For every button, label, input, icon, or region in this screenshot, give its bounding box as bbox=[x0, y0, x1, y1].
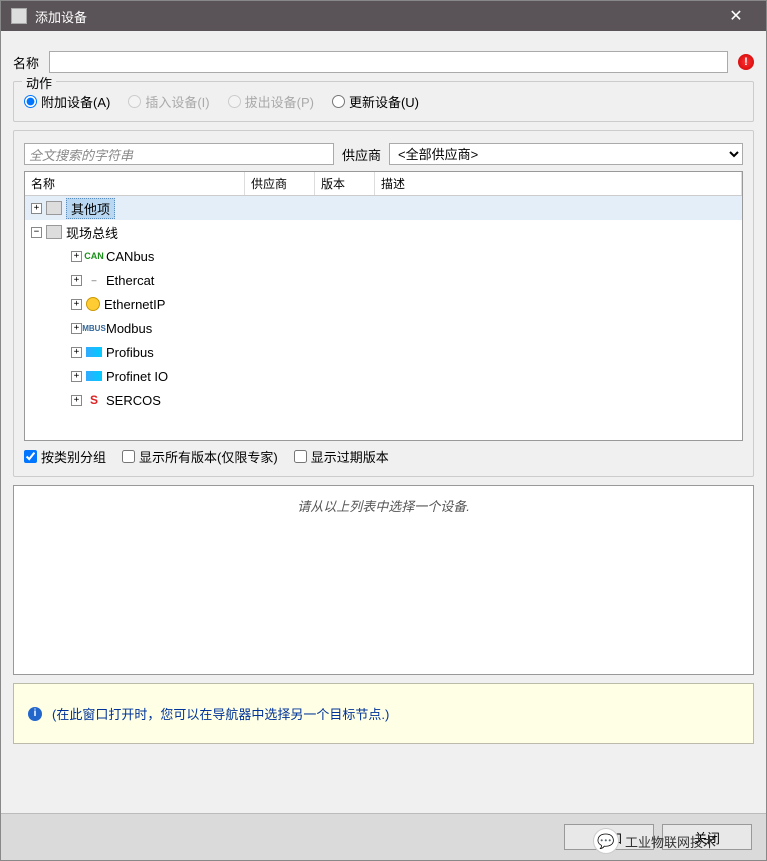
expander-icon[interactable]: − bbox=[31, 227, 42, 238]
col-name[interactable]: 名称 bbox=[25, 172, 245, 195]
window-title: 添加设备 bbox=[35, 7, 716, 26]
vendor-label: 供应商 bbox=[342, 145, 381, 164]
add-device-dialog: 添加设备 ✕ 名称 ! 动作 附加设备(A) 插入设备(I) 拔出设备(P) 更… bbox=[0, 0, 767, 861]
add-button[interactable]: 添加 bbox=[564, 824, 654, 850]
tree-node-profibus[interactable]: + Profibus bbox=[25, 340, 742, 364]
name-label: 名称 bbox=[13, 53, 39, 72]
tree-node-profinet[interactable]: + Profinet IO bbox=[25, 364, 742, 388]
profinet-icon bbox=[86, 371, 102, 381]
tree-node-ethercat[interactable]: + ⎯ Ethercat bbox=[25, 268, 742, 292]
footer: 添加 关闭 💬 工业物联网技术 bbox=[1, 813, 766, 860]
titlebar: 添加设备 ✕ bbox=[1, 1, 766, 31]
name-row: 名称 ! bbox=[13, 51, 754, 73]
content-area: 名称 ! 动作 附加设备(A) 插入设备(I) 拔出设备(P) 更新设备(U) … bbox=[1, 31, 766, 813]
filter-checks: 按类别分组 显示所有版本(仅限专家) 显示过期版本 bbox=[24, 447, 743, 466]
canbus-icon: CAN bbox=[86, 249, 102, 263]
tree-header: 名称 供应商 版本 描述 bbox=[25, 172, 742, 196]
action-radios: 附加设备(A) 插入设备(I) 拔出设备(P) 更新设备(U) bbox=[24, 92, 743, 111]
profibus-icon bbox=[86, 347, 102, 357]
search-row: 供应商 <全部供应商> bbox=[24, 143, 743, 165]
search-input[interactable] bbox=[24, 143, 334, 165]
expander-icon[interactable]: + bbox=[71, 347, 82, 358]
detail-hint: 请从以上列表中选择一个设备. bbox=[297, 499, 470, 514]
radio-insert: 插入设备(I) bbox=[128, 92, 209, 111]
col-desc[interactable]: 描述 bbox=[375, 172, 742, 195]
window-icon bbox=[11, 8, 27, 24]
action-group-title: 动作 bbox=[22, 73, 56, 92]
info-icon: i bbox=[28, 707, 42, 721]
device-icon bbox=[46, 201, 62, 215]
radio-append[interactable]: 附加设备(A) bbox=[24, 92, 110, 111]
error-icon: ! bbox=[738, 54, 754, 70]
tree-node-modbus[interactable]: + MBUS Modbus bbox=[25, 316, 742, 340]
col-version[interactable]: 版本 bbox=[315, 172, 375, 195]
device-tree: 名称 供应商 版本 描述 + 其他项 − 现场总线 bbox=[24, 171, 743, 441]
check-show-expired[interactable]: 显示过期版本 bbox=[294, 447, 389, 466]
col-vendor[interactable]: 供应商 bbox=[245, 172, 315, 195]
detail-panel: 请从以上列表中选择一个设备. bbox=[13, 485, 754, 675]
check-show-all-versions[interactable]: 显示所有版本(仅限专家) bbox=[122, 447, 278, 466]
expander-icon[interactable]: + bbox=[71, 251, 82, 262]
expander-icon[interactable]: + bbox=[71, 395, 82, 406]
expander-icon[interactable]: + bbox=[71, 371, 82, 382]
info-panel: i (在此窗口打开时，您可以在导航器中选择另一个目标节点.) bbox=[13, 683, 754, 744]
vendor-select[interactable]: <全部供应商> bbox=[389, 143, 743, 165]
radio-extract: 拔出设备(P) bbox=[228, 92, 314, 111]
tree-node-sercos[interactable]: + S SERCOS bbox=[25, 388, 742, 412]
sercos-icon: S bbox=[86, 393, 102, 407]
expander-icon[interactable]: + bbox=[71, 323, 82, 334]
tree-node-canbus[interactable]: + CAN CANbus bbox=[25, 244, 742, 268]
expander-icon[interactable]: + bbox=[31, 203, 42, 214]
tree-node-other[interactable]: + 其他项 bbox=[25, 196, 742, 220]
device-icon bbox=[46, 225, 62, 239]
tree-node-ethernetip[interactable]: + EthernetIP bbox=[25, 292, 742, 316]
ethercat-icon: ⎯ bbox=[86, 273, 102, 287]
close-dialog-button[interactable]: 关闭 bbox=[662, 824, 752, 850]
modbus-icon: MBUS bbox=[86, 321, 102, 335]
check-group-by-category[interactable]: 按类别分组 bbox=[24, 447, 106, 466]
action-group: 动作 附加设备(A) 插入设备(I) 拔出设备(P) 更新设备(U) bbox=[13, 81, 754, 122]
name-input[interactable] bbox=[49, 51, 728, 73]
expander-icon[interactable]: + bbox=[71, 275, 82, 286]
tree-node-fieldbus[interactable]: − 现场总线 bbox=[25, 220, 742, 244]
ethernetip-icon bbox=[86, 297, 100, 311]
device-picker-group: 供应商 <全部供应商> 名称 供应商 版本 描述 + 其他项 bbox=[13, 130, 754, 477]
tree-body[interactable]: + 其他项 − 现场总线 + CAN CANbus bbox=[25, 196, 742, 440]
info-text: (在此窗口打开时，您可以在导航器中选择另一个目标节点.) bbox=[52, 704, 389, 723]
close-button[interactable]: ✕ bbox=[716, 1, 756, 31]
expander-icon[interactable]: + bbox=[71, 299, 82, 310]
radio-update[interactable]: 更新设备(U) bbox=[332, 92, 419, 111]
